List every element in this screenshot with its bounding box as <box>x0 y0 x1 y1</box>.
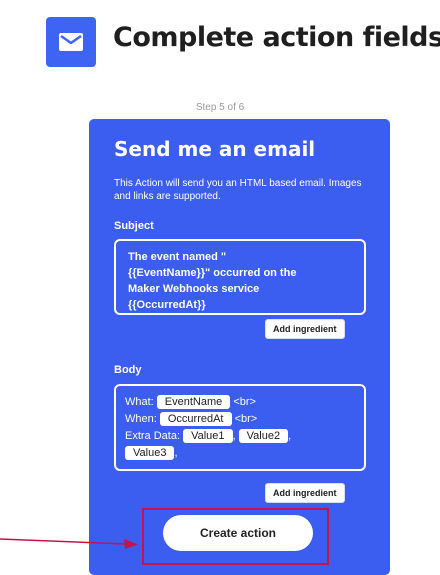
body-prefix: What: <box>125 396 154 408</box>
subject-add-ingredient-button[interactable]: Add ingredient <box>265 319 345 339</box>
body-line-when: When: OccurredAt <br> <box>125 411 358 428</box>
body-prefix: Extra Data: <box>125 430 181 442</box>
ingredient-eventname[interactable]: EventName <box>156 395 231 409</box>
body-prefix: When: <box>125 413 157 425</box>
body-suffix: <br> <box>233 396 256 408</box>
action-fields-card: Send me an email This Action will send y… <box>89 119 390 575</box>
page-title: Complete action fields <box>113 22 440 53</box>
subject-field[interactable]: The event named " {{EventName}}" occurre… <box>114 239 366 315</box>
subject-line: Maker Webhooks service <box>128 283 260 295</box>
subject-label: Subject <box>114 220 154 232</box>
ingredient-occurredat[interactable]: OccurredAt <box>159 412 232 426</box>
ingredient-value2[interactable]: Value2 <box>238 429 289 443</box>
ingredient-value3[interactable]: Value3 <box>125 446 175 460</box>
body-add-ingredient-button[interactable]: Add ingredient <box>265 483 345 503</box>
ingredient-value1[interactable]: Value1 <box>183 429 233 443</box>
body-separator: , <box>174 447 178 459</box>
annotation-arrow-icon <box>0 538 138 549</box>
body-line-extra-cont: Value3, <box>125 445 358 462</box>
body-separator: , <box>232 430 236 442</box>
subject-line: {{EventName}}" occurred on the <box>128 267 297 279</box>
body-field[interactable]: What: EventName <br> When: OccurredAt <b… <box>114 384 366 471</box>
action-description: This Action will send you an HTML based … <box>114 178 362 202</box>
envelope-icon <box>59 33 83 51</box>
body-line-extra: Extra Data: Value1, Value2, <box>125 428 358 445</box>
body-value[interactable]: What: EventName <br> When: OccurredAt <b… <box>116 386 364 462</box>
subject-line: {{OccurredAt}} <box>128 299 206 311</box>
header: Complete action fields <box>0 0 440 80</box>
subject-value[interactable]: The event named " {{EventName}}" occurre… <box>116 241 364 313</box>
body-line-what: What: EventName <br> <box>125 394 358 411</box>
action-title: Send me an email <box>114 137 316 161</box>
body-label: Body <box>114 364 142 376</box>
body-separator: , <box>288 430 292 442</box>
step-indicator: Step 5 of 6 <box>195 102 245 113</box>
body-suffix: <br> <box>234 413 258 425</box>
email-service-icon <box>46 17 96 67</box>
annotation-highlight-box <box>142 508 329 565</box>
subject-line: The event named " <box>128 251 227 263</box>
